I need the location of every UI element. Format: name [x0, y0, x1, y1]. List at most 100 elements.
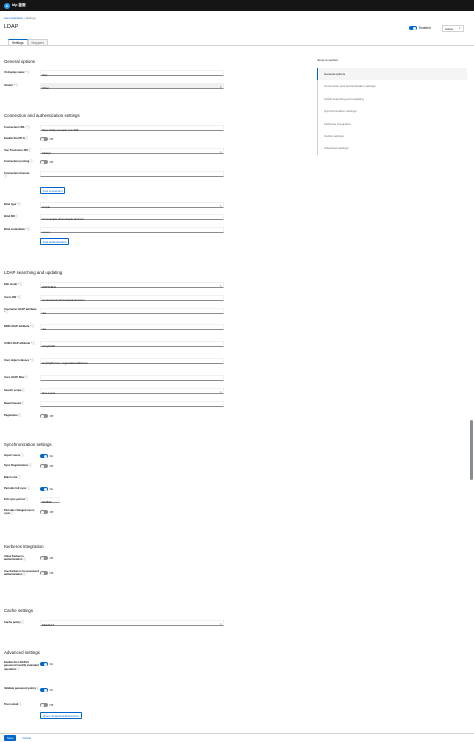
- question-circle-icon[interactable]: ⓘ: [25, 137, 28, 140]
- save-button[interactable]: Save: [4, 735, 17, 741]
- form-row-full-sync: Periodic full syncⓘ: [4, 487, 41, 490]
- jump-item-advanced[interactable]: Advanced settings: [317, 142, 467, 155]
- validate-policy-toggle[interactable]: [40, 688, 48, 693]
- caret-down-icon: ▼: [219, 622, 222, 626]
- question-circle-icon[interactable]: ⓘ: [6, 311, 9, 314]
- action-dropdown-button[interactable]: Action ▼: [442, 25, 464, 32]
- enabled-toggle[interactable]: [409, 26, 417, 31]
- question-circle-icon[interactable]: ⓘ: [15, 215, 18, 218]
- question-circle-icon[interactable]: ⓘ: [21, 621, 24, 624]
- users-dn-input[interactable]: ou=accounts,dc=example,dc=com: [40, 295, 224, 302]
- question-circle-icon[interactable]: ⓘ: [19, 283, 22, 286]
- form-row-users-dn: Users DN *ⓘ: [4, 296, 41, 299]
- question-circle-icon[interactable]: ⓘ: [18, 476, 21, 479]
- bind-type-select[interactable]: simple ▼: [40, 202, 224, 209]
- full-sync-toggle[interactable]: [40, 487, 48, 492]
- jump-title: Jump to section: [317, 58, 339, 62]
- test-authentication-button[interactable]: Test authentication: [40, 238, 70, 245]
- field-label: Connection URL *ⓘ: [4, 126, 30, 129]
- question-circle-icon[interactable]: ⓘ: [28, 149, 31, 152]
- question-circle-icon[interactable]: ⓘ: [31, 359, 34, 362]
- question-circle-icon[interactable]: ⓘ: [29, 464, 32, 467]
- ui-display-name-input[interactable]: ldap: [40, 70, 224, 77]
- cancel-button[interactable]: Cancel: [22, 736, 31, 740]
- question-circle-icon[interactable]: ⓘ: [36, 687, 39, 690]
- page-scrollbar[interactable]: [470, 420, 473, 480]
- breadcrumb-link-user-federation[interactable]: User federation: [4, 16, 23, 20]
- question-circle-icon[interactable]: ⓘ: [5, 175, 8, 178]
- uuid-attribute-input[interactable]: entryUUID: [40, 341, 224, 348]
- bind-dn-input[interactable]: cn=example,dc=example,dc=com: [40, 214, 224, 221]
- full-sync-period-input[interactable]: 604800: [40, 497, 60, 504]
- question-circle-icon[interactable]: ⓘ: [27, 487, 30, 490]
- form-row-connection-url: Connection URL *ⓘ: [4, 126, 41, 129]
- rdn-attribute-input[interactable]: uid: [40, 324, 224, 331]
- vendor-select[interactable]: Other ▼: [40, 83, 224, 90]
- kerberos-password-toggle[interactable]: [40, 571, 48, 576]
- connection-url-input[interactable]: https://ldap.example.com:636: [40, 125, 224, 132]
- password-modify-switch-group: On: [40, 662, 53, 667]
- changed-sync-toggle[interactable]: [40, 510, 48, 515]
- jump-item-cache[interactable]: Cache settings: [317, 129, 467, 143]
- search-scope-select[interactable]: One Level ▼: [40, 388, 224, 395]
- test-connection-button[interactable]: Test connection: [40, 187, 66, 194]
- question-circle-icon[interactable]: ⓘ: [27, 228, 30, 231]
- connection-timeout-input[interactable]: [40, 171, 224, 177]
- question-circle-icon[interactable]: ⓘ: [23, 573, 26, 576]
- truststore-select[interactable]: Always ▼: [40, 148, 224, 155]
- switch-state-label: Off: [49, 160, 54, 165]
- jump-item-general[interactable]: General options: [317, 68, 467, 81]
- jump-item-searching[interactable]: LDAP searching and updating: [317, 92, 467, 106]
- question-circle-icon[interactable]: ⓘ: [32, 342, 35, 345]
- question-circle-icon[interactable]: ⓘ: [27, 71, 30, 74]
- sync-registrations-toggle[interactable]: [40, 464, 48, 469]
- form-row-timeout: Connection timeout ⓘ: [4, 172, 41, 179]
- jump-item-connection[interactable]: Connection and authentication settings: [317, 80, 467, 93]
- username-attribute-input[interactable]: uid: [40, 308, 224, 315]
- question-circle-icon[interactable]: ⓘ: [32, 325, 35, 328]
- bind-credentials-input[interactable]: ••••••••: [40, 227, 224, 234]
- edit-mode-select[interactable]: WRITABLE ▼: [40, 282, 224, 289]
- question-circle-icon[interactable]: ⓘ: [18, 414, 21, 417]
- pagination-toggle[interactable]: [40, 414, 48, 419]
- jump-item-sync[interactable]: Synchronization settings: [317, 105, 467, 118]
- brand-name[interactable]: Idp 鉴面: [12, 3, 26, 8]
- question-circle-icon[interactable]: ⓘ: [17, 668, 20, 671]
- question-circle-icon[interactable]: ⓘ: [22, 389, 25, 392]
- form-row-pagination: Paginationⓘ: [4, 414, 41, 417]
- validate-policy-switch-group: On: [40, 688, 53, 693]
- question-circle-icon[interactable]: ⓘ: [19, 703, 22, 706]
- question-circle-icon[interactable]: ⓘ: [21, 454, 24, 457]
- cache-policy-select[interactable]: DEFAULT ▼: [40, 620, 224, 627]
- switch-state-label: On: [49, 487, 54, 492]
- form-row-validate-policy: Validate password policyⓘ: [4, 687, 41, 690]
- trust-email-toggle[interactable]: [40, 703, 48, 708]
- question-circle-icon[interactable]: ⓘ: [22, 402, 25, 405]
- question-circle-icon[interactable]: ⓘ: [18, 296, 21, 299]
- user-ldap-filter-input[interactable]: [40, 375, 224, 381]
- starttls-toggle[interactable]: [40, 137, 48, 142]
- question-circle-icon[interactable]: ⓘ: [25, 376, 28, 379]
- switch-state-label: Off: [49, 510, 54, 515]
- question-circle-icon[interactable]: ⓘ: [15, 84, 18, 87]
- field-label: Read timeoutⓘ: [4, 402, 25, 405]
- password-modify-toggle[interactable]: [40, 662, 48, 667]
- allow-kerberos-toggle[interactable]: [40, 556, 48, 561]
- switch-state-label: Off: [49, 137, 54, 142]
- question-circle-icon[interactable]: ⓘ: [25, 498, 28, 501]
- user-object-classes-input[interactable]: inetOrgPerson, organizationalPerson: [40, 358, 224, 365]
- question-circle-icon[interactable]: ⓘ: [30, 160, 33, 163]
- query-extensions-button[interactable]: Query Supported Extensions: [40, 712, 82, 719]
- question-circle-icon[interactable]: ⓘ: [27, 126, 30, 129]
- field-label: Trust emailⓘ: [4, 703, 22, 706]
- import-users-toggle[interactable]: [40, 454, 48, 459]
- jump-item-kerberos[interactable]: Kerberos integration: [317, 117, 467, 130]
- question-circle-icon[interactable]: ⓘ: [11, 512, 14, 515]
- question-circle-icon[interactable]: ⓘ: [19, 203, 22, 206]
- read-timeout-input[interactable]: [40, 401, 224, 407]
- form-row-changed-sync: Periodic changed users syncⓘ: [4, 509, 41, 516]
- question-circle-icon[interactable]: ⓘ: [23, 558, 26, 561]
- pooling-toggle[interactable]: [40, 160, 48, 165]
- form-row-uuid-attr: UUID LDAP attribute *ⓘ: [4, 342, 41, 345]
- switch-state-label: Off: [49, 556, 54, 561]
